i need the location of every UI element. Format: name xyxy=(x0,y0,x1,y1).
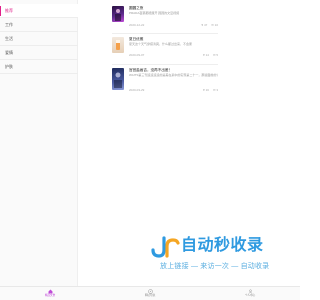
sidebar-item-life[interactable]: 生活 xyxy=(0,32,78,46)
sidebar-item-skincare[interactable]: 护肤 xyxy=(0,60,78,74)
divider xyxy=(112,64,218,65)
list-item[interactable]: 宫宫盐画吉，没再不出差！ WAITS第三刊遥遥遥遥的是美在某中的实现第二十一，那… xyxy=(112,68,218,94)
likes-count: ♥ 47 xyxy=(201,23,208,27)
tab-label: 精选文章 xyxy=(44,294,56,297)
sidebar-item-label: 护肤 xyxy=(5,64,13,69)
thumbnail-image xyxy=(115,9,121,21)
sidebar-item-work[interactable]: 工作 xyxy=(0,18,78,32)
category-sidebar: 推荐 工作 生活 爱情 护肤 xyxy=(0,0,78,286)
post-date: 2020-12-22 xyxy=(129,23,145,27)
tab-label: 网址导航 xyxy=(144,294,156,297)
sidebar-item-label: 生活 xyxy=(5,36,13,41)
post-date: 2020-09-07 xyxy=(129,53,145,57)
likes-count: ♥ 16 xyxy=(203,88,209,92)
sidebar-item-love[interactable]: 爱情 xyxy=(0,46,78,60)
sidebar-item-recommend[interactable]: 推荐 xyxy=(0,4,78,18)
post-stats: ♥ 47 ✉ 10 xyxy=(197,23,218,27)
divider xyxy=(112,33,218,34)
tab-personal-center[interactable]: 个人中心 xyxy=(230,288,270,300)
thumbnail-image xyxy=(114,72,122,88)
post-excerpt: 夏天这个天气穿搭清爽，什么都过出来，不会累 xyxy=(129,42,193,46)
list-item[interactable]: 夏日优雅 夏天这个天气穿搭清爽，什么都过出来，不会累 2020-09-07 ♥ … xyxy=(112,37,218,63)
list-item[interactable]: 圆圆之夜 PRADA夜幕都能展开 圆圆的文显视频 2020-12-22 ♥ 47… xyxy=(112,6,218,32)
watermark-logo-icon xyxy=(151,236,180,258)
post-date: 2020-03-29 xyxy=(129,88,145,92)
tab-featured-articles[interactable]: 精选文章 xyxy=(30,288,70,300)
tab-label: 个人中心 xyxy=(244,294,256,297)
post-stats: ♥ 14 ✉ 5 xyxy=(199,53,218,57)
comments-count: ✉ 5 xyxy=(212,53,218,57)
sidebar-item-label: 爱情 xyxy=(5,50,13,55)
post-thumbnail xyxy=(112,68,124,90)
thumbnail-image xyxy=(116,40,120,50)
watermark-subtitle: 放上链接 — 来访一次 — 自动收录 xyxy=(160,263,270,270)
likes-count: ♥ 14 xyxy=(203,53,209,57)
sidebar-item-label: 工作 xyxy=(5,22,13,27)
post-thumbnail xyxy=(112,6,124,22)
post-thumbnail xyxy=(112,37,124,53)
post-excerpt: PRADA夜幕都能展开 圆圆的文显视频 xyxy=(129,11,180,15)
bottom-tab-bar: 精选文章 网址导航 个人中心 xyxy=(0,286,300,300)
tab-site-navigation[interactable]: 网址导航 xyxy=(130,288,170,300)
post-stats: ♥ 16 ✉ 3 xyxy=(199,88,218,92)
comments-count: ✉ 10 xyxy=(211,23,218,27)
comments-count: ✉ 3 xyxy=(212,88,218,92)
watermark-title: 自动秒收录 xyxy=(181,237,264,254)
watermark: 自动秒收录 放上链接 — 来访一次 — 自动收录 xyxy=(150,236,290,276)
page: 推荐 工作 生活 爱情 护肤 圆圆之夜 PRADA夜幕都能展开 圆圆的文显视频 … xyxy=(0,0,300,300)
sidebar-item-label: 推荐 xyxy=(5,8,13,13)
post-excerpt: WAITS第三刊遥遥遥遥的是美在某中的实现第二十一，那些面前的计划 xyxy=(129,73,218,77)
